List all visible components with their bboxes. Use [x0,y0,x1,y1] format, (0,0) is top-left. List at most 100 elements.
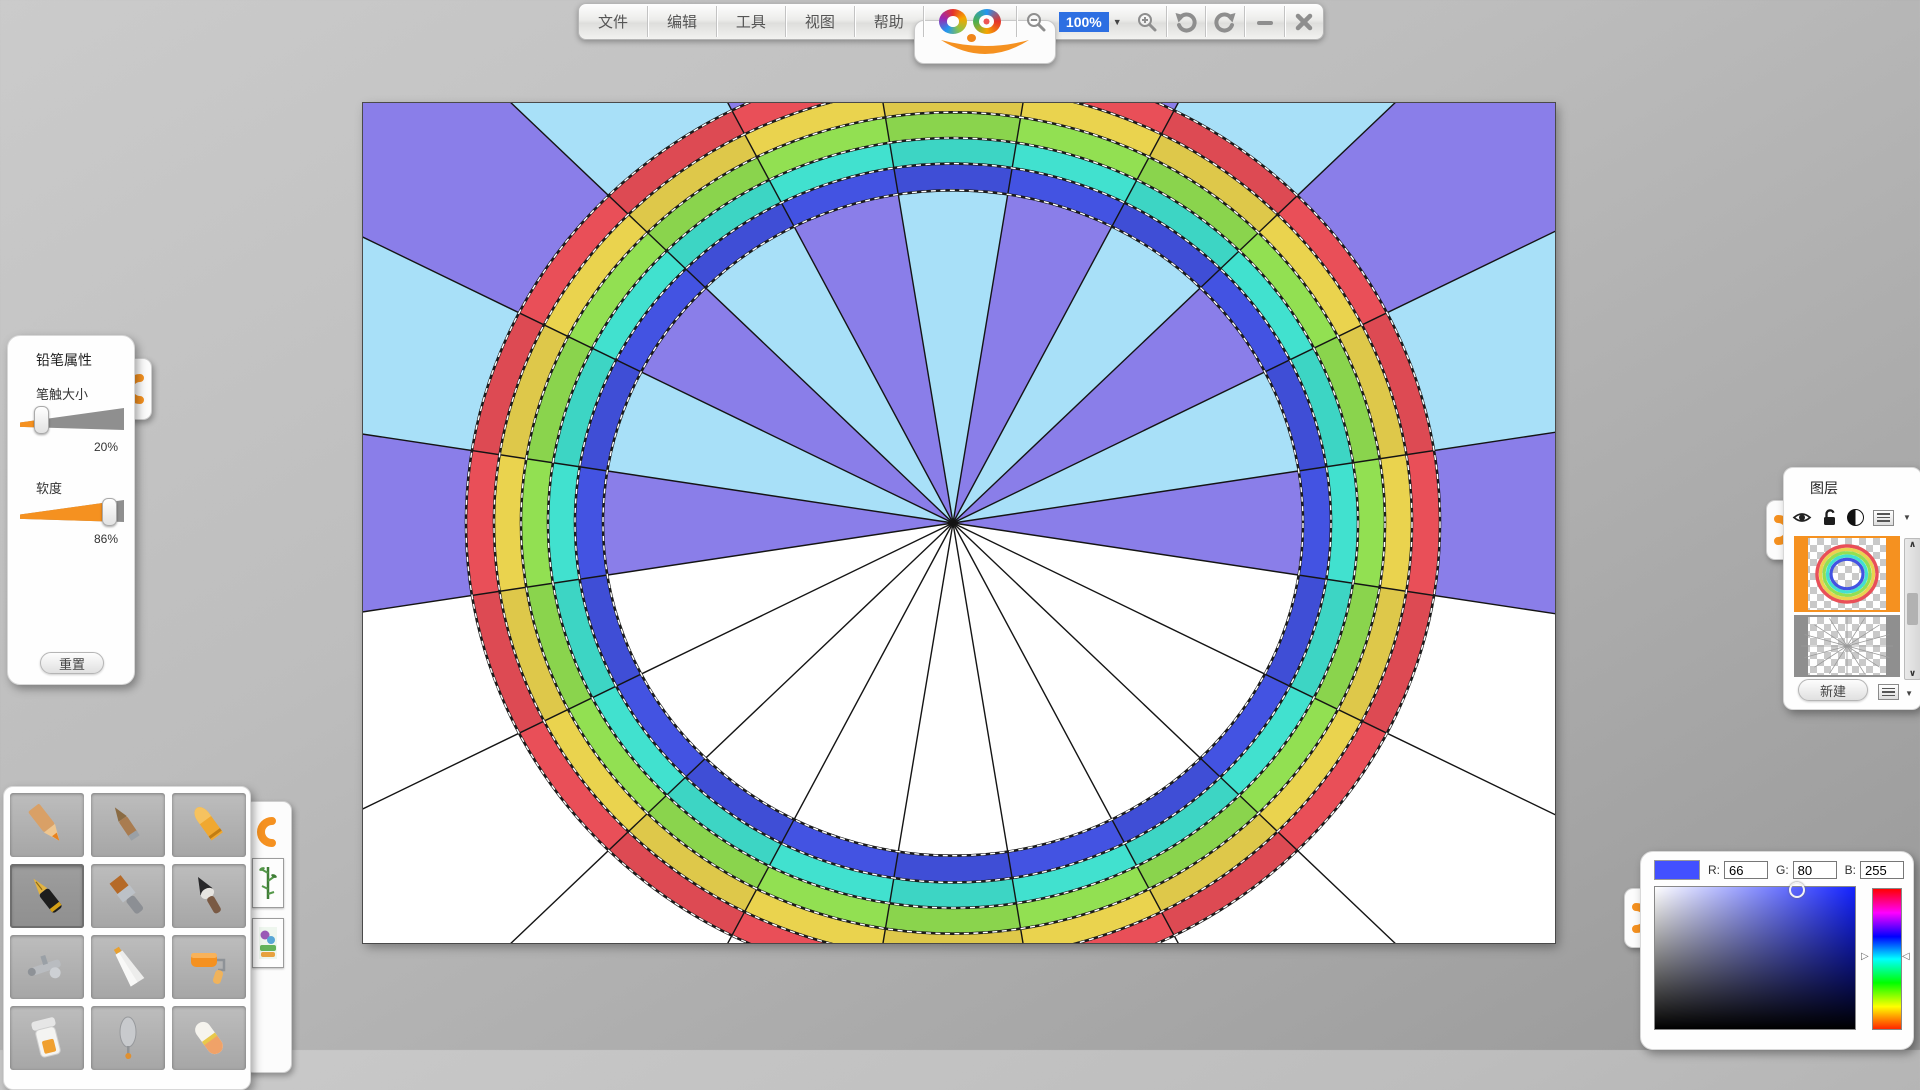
minimize-button[interactable] [1245,4,1283,39]
clown-right-eye-icon[interactable] [973,9,1001,34]
softness-label: 软度 [36,478,62,497]
menu-help[interactable]: 帮助 [855,4,923,39]
roller-icon [185,943,233,991]
rgb-row: R: G: B: [1654,860,1904,880]
bamboo-painting-icon [257,863,279,903]
softness-value: 86% [94,532,118,546]
paint-jar-icon [23,1014,71,1062]
layers-panel-title: 图层 [1810,478,1838,498]
zoom-dropdown-caret-icon[interactable]: ▼ [1113,17,1122,27]
crayon-icon [185,801,233,849]
pencil-icon [23,801,71,849]
scroll-down-icon[interactable]: ∨ [1909,668,1916,679]
ink-brush-icon [185,872,233,920]
orange-handle-icon [256,816,280,848]
menu-edit[interactable]: 编辑 [648,4,716,39]
tool-paint-tube[interactable] [91,935,165,999]
app-window: { "app": { "accent_orange": "#F59120", "… [0,0,1920,1050]
sticker-landscape-icon [257,923,279,963]
radial-lines-thumb [1796,617,1898,675]
g-input[interactable] [1793,861,1837,879]
palette-knife-icon [104,1014,152,1062]
close-button[interactable] [1285,4,1323,39]
menu-file[interactable]: 文件 [579,4,647,39]
clown-left-eye-icon[interactable] [939,9,967,34]
undo-arrow-icon [1174,11,1198,33]
hue-bar[interactable] [1872,888,1902,1030]
layer-controls: ▼ [1792,508,1911,527]
undo-button[interactable] [1167,4,1205,39]
opacity-half-moon-icon[interactable] [1847,509,1864,526]
redo-arrow-icon [1213,11,1237,33]
hue-marker-right-icon[interactable]: ◁ [1902,952,1910,962]
scroll-up-icon[interactable]: ∧ [1909,539,1916,550]
close-x-icon [1294,12,1314,32]
layers-bottom-menu-button[interactable] [1878,684,1899,700]
g-label: G: [1776,863,1789,877]
sticker-stamp-set-button[interactable] [252,918,284,968]
rainbow-wheel-drawing [363,103,1555,943]
tool-ink-brush[interactable] [172,864,246,928]
orange-handle-icon [124,373,148,405]
tool-eraser[interactable] [172,1006,246,1070]
tool-palette-handle[interactable] [244,801,292,1073]
layers-scrollbar[interactable]: ∧ ∨ [1904,538,1920,680]
clown-nose-icon [967,34,976,42]
layer-thumbnail-lines[interactable] [1794,615,1900,677]
clown-face-buttons [924,4,1016,39]
brush-size-label: 笔触大小 [36,384,88,403]
softness-fill [20,500,109,522]
tool-fountain-pen[interactable] [10,864,84,928]
layers-bottom-menu-caret-icon[interactable]: ▼ [1905,689,1913,698]
tool-paint-jar[interactable] [10,1006,84,1070]
fountain-pen-icon [23,872,71,920]
menu-view[interactable]: 视图 [786,4,854,39]
softness-thumb[interactable] [102,498,117,526]
main-toolbar: 文件 编辑 工具 视图 帮助 100% ▼ [578,3,1324,40]
brush-size-thumb[interactable] [34,406,49,434]
layer-thumbnail-rainbow[interactable] [1794,536,1900,612]
reset-button[interactable]: 重置 [40,652,104,674]
tool-flat-brush[interactable] [91,864,165,928]
color-picker-panel: R: G: B: ▷ ◁ [1640,851,1914,1050]
drawing-canvas[interactable] [363,103,1555,943]
current-color-swatch [1654,860,1700,880]
magnifier-minus-icon [1025,11,1047,33]
zoom-level-display[interactable]: 100% [1059,12,1109,32]
menu-tools[interactable]: 工具 [717,4,785,39]
orange-handle-icon [1770,514,1794,546]
tool-charcoal[interactable] [91,793,165,857]
tool-grid [10,793,246,1070]
hue-marker-left-icon[interactable]: ▷ [1861,952,1869,962]
layers-panel: 图层 ▼ ∧ ∨ [1783,467,1920,710]
charcoal-icon [104,801,152,849]
paint-tube-icon [104,943,152,991]
redo-button[interactable] [1206,4,1244,39]
pencil-properties-panel: 铅笔属性 笔触大小 20% 软度 86% 重置 [7,335,135,685]
flat-brush-icon [104,872,152,920]
r-input[interactable] [1724,861,1768,879]
clown-smile-icon [937,38,1033,60]
layer-menu-caret-icon[interactable]: ▼ [1903,513,1911,522]
visibility-eye-icon[interactable] [1792,510,1812,525]
rainbow-rings-thumb [1796,538,1898,610]
zoom-in-button[interactable] [1128,4,1166,39]
layer-menu-button[interactable] [1873,510,1894,526]
tool-airbrush[interactable] [10,935,84,999]
saturation-value-square[interactable] [1654,886,1856,1030]
airbrush-icon [23,943,71,991]
pencil-panel-title: 铅笔属性 [36,350,92,370]
zoom-out-button[interactable] [1017,4,1055,39]
new-layer-button[interactable]: 新建 [1798,679,1868,701]
tool-roller[interactable] [172,935,246,999]
b-input[interactable] [1860,861,1904,879]
tool-palette-panel [3,786,251,1090]
bamboo-brush-set-button[interactable] [252,858,284,908]
tool-pencil[interactable] [10,793,84,857]
scrollbar-thumb[interactable] [1907,593,1918,625]
tool-palette-knife[interactable] [91,1006,165,1070]
brush-size-value: 20% [94,440,118,454]
tool-crayon[interactable] [172,793,246,857]
sv-marker-icon[interactable] [1789,882,1805,898]
unlock-icon[interactable] [1821,508,1838,527]
